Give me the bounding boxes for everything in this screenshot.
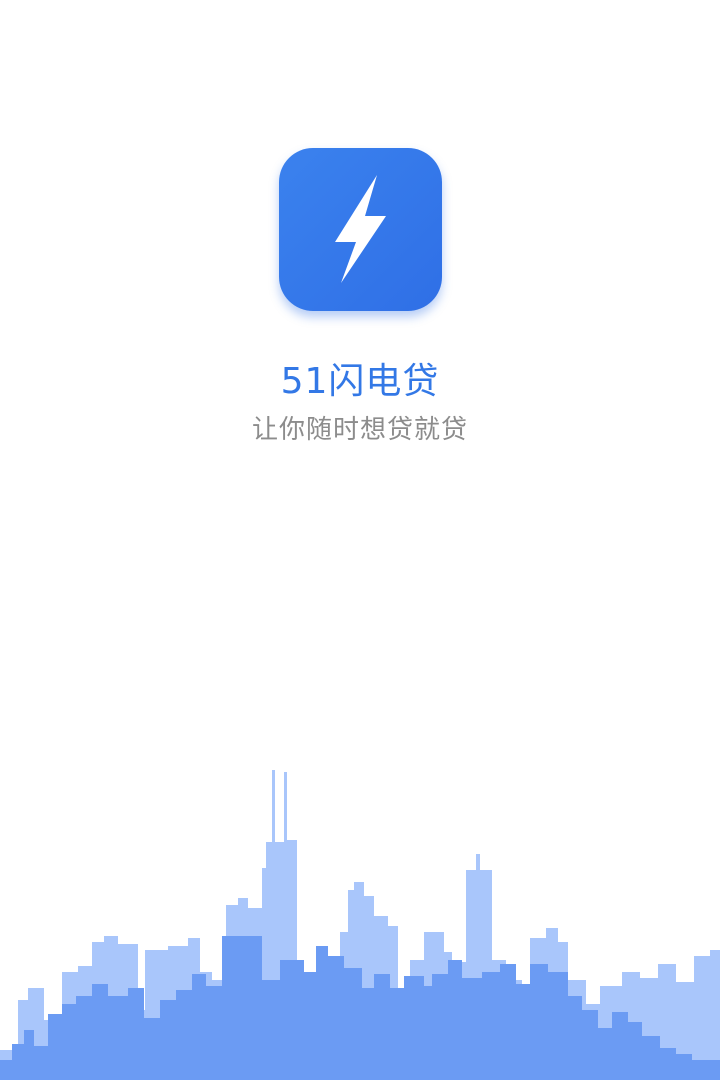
app-name: 51闪电贷 (280, 361, 440, 402)
app-logo (279, 148, 442, 311)
city-skyline-illustration (0, 770, 720, 1080)
splash-screen: 51闪电贷 让你随时想贷就贷 (0, 0, 720, 1080)
lightning-bolt-icon (335, 175, 386, 283)
app-slogan: 让你随时想贷就贷 (251, 415, 468, 445)
